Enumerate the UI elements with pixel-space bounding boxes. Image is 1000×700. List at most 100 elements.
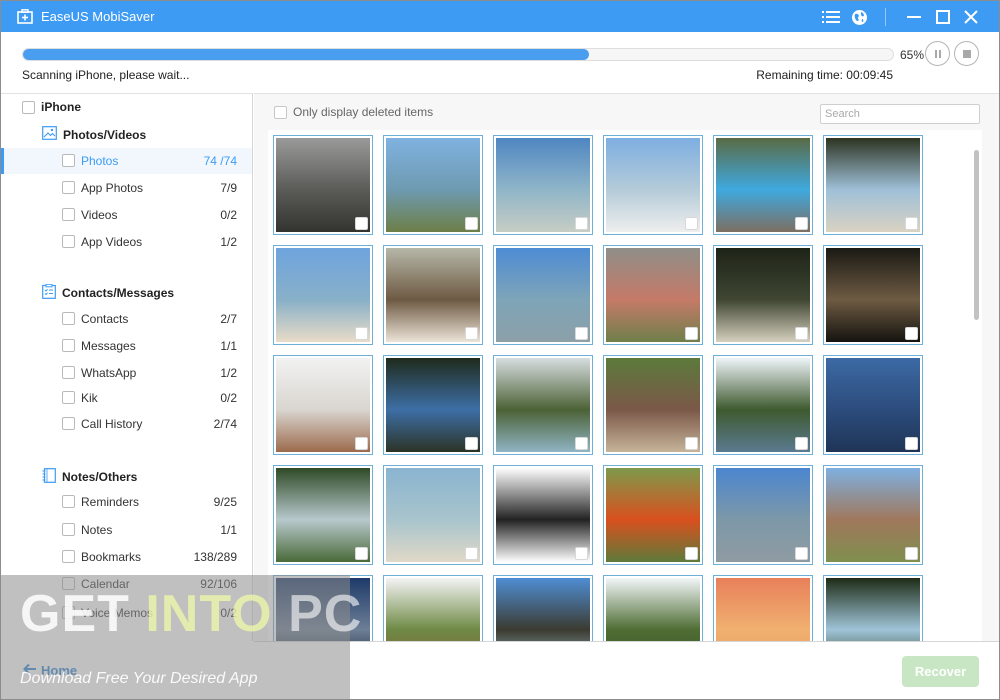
photo-checkbox[interactable] <box>355 437 368 450</box>
photo-thumbnail[interactable] <box>713 465 813 565</box>
globe-icon[interactable] <box>849 7 869 27</box>
item-checkbox[interactable] <box>62 577 75 590</box>
pause-button[interactable] <box>925 41 950 66</box>
photo-thumbnail[interactable] <box>603 465 703 565</box>
item-checkbox[interactable] <box>62 235 75 248</box>
photo-checkbox[interactable] <box>575 437 588 450</box>
photo-checkbox[interactable] <box>355 327 368 340</box>
footer-bar: Recover <box>254 641 999 699</box>
photo-thumbnail[interactable] <box>493 355 593 455</box>
photo-thumbnail[interactable] <box>603 135 703 235</box>
photo-checkbox[interactable] <box>355 547 368 560</box>
photo-checkbox[interactable] <box>795 547 808 560</box>
photo-thumbnail[interactable] <box>383 135 483 235</box>
photo-checkbox[interactable] <box>575 547 588 560</box>
photo-thumbnail[interactable] <box>273 355 373 455</box>
photo-checkbox[interactable] <box>465 547 478 560</box>
photo-thumbnail[interactable] <box>713 355 813 455</box>
item-checkbox[interactable] <box>62 550 75 563</box>
close-icon[interactable] <box>961 7 981 27</box>
photo-thumbnail[interactable] <box>713 135 813 235</box>
sidebar-item-kik[interactable]: Kik 0/2 <box>1 385 252 411</box>
photo-checkbox[interactable] <box>465 327 478 340</box>
photo-checkbox[interactable] <box>795 437 808 450</box>
search-input[interactable] <box>820 104 980 124</box>
photo-thumbnail[interactable] <box>713 245 813 345</box>
item-checkbox[interactable] <box>62 495 75 508</box>
photo-checkbox[interactable] <box>575 327 588 340</box>
photo-thumbnail[interactable] <box>383 355 483 455</box>
photo-thumbnail[interactable] <box>823 465 923 565</box>
item-checkbox[interactable] <box>62 208 75 221</box>
photo-thumbnail[interactable] <box>823 245 923 345</box>
photo-checkbox[interactable] <box>465 437 478 450</box>
photo-thumbnail[interactable] <box>273 135 373 235</box>
sidebar-item-contacts[interactable]: Contacts 2/7 <box>1 306 252 332</box>
photo-checkbox[interactable] <box>685 217 698 230</box>
photo-thumbnail[interactable] <box>823 135 923 235</box>
item-checkbox[interactable] <box>62 417 75 430</box>
sidebar-item-whatsapp[interactable]: WhatsApp 1/2 <box>1 360 252 386</box>
photo-checkbox[interactable] <box>795 327 808 340</box>
item-checkbox[interactable] <box>62 523 75 536</box>
photo-checkbox[interactable] <box>465 217 478 230</box>
scrollbar-thumb[interactable] <box>974 150 979 320</box>
item-checkbox[interactable] <box>62 391 75 404</box>
sidebar-item-videos[interactable]: Videos 0/2 <box>1 202 252 228</box>
home-link[interactable]: Home <box>23 663 77 678</box>
photo-thumbnail[interactable] <box>603 245 703 345</box>
photo-thumbnail[interactable] <box>273 245 373 345</box>
grid-scrollbar[interactable] <box>970 130 982 642</box>
device-checkbox[interactable] <box>22 100 35 114</box>
photo-thumbnail[interactable] <box>713 575 813 642</box>
photo-checkbox[interactable] <box>575 217 588 230</box>
photo-thumbnail[interactable] <box>273 575 373 642</box>
item-checkbox[interactable] <box>62 312 75 325</box>
sidebar-item-notes[interactable]: Notes 1/1 <box>1 517 252 543</box>
photo-checkbox[interactable] <box>795 217 808 230</box>
photo-thumbnail[interactable] <box>493 135 593 235</box>
recover-button[interactable]: Recover <box>902 656 979 687</box>
photo-checkbox[interactable] <box>685 327 698 340</box>
photo-thumbnail[interactable] <box>493 575 593 642</box>
maximize-icon[interactable] <box>933 7 953 27</box>
photo-thumbnail[interactable] <box>273 465 373 565</box>
sidebar-item-bookmarks[interactable]: Bookmarks 138/289 <box>1 544 252 570</box>
sidebar-item-app-videos[interactable]: App Videos 1/2 <box>1 229 252 255</box>
item-checkbox[interactable] <box>62 366 75 379</box>
list-icon[interactable] <box>821 7 841 27</box>
photo-thumbnail[interactable] <box>603 575 703 642</box>
device-root[interactable]: iPhone <box>22 100 81 114</box>
item-checkbox[interactable] <box>62 154 75 167</box>
photo-checkbox[interactable] <box>905 437 918 450</box>
deleted-only-filter[interactable]: Only display deleted items <box>274 105 433 119</box>
item-checkbox[interactable] <box>62 606 75 619</box>
sidebar-item-messages[interactable]: Messages 1/1 <box>1 333 252 359</box>
photo-thumbnail[interactable] <box>383 575 483 642</box>
item-checkbox[interactable] <box>62 181 75 194</box>
photo-thumbnail[interactable] <box>383 245 483 345</box>
photo-checkbox[interactable] <box>685 437 698 450</box>
sidebar-item-call-history[interactable]: Call History 2/74 <box>1 411 252 437</box>
sidebar-item-photos[interactable]: Photos 74 /74 <box>1 148 252 174</box>
photo-thumbnail[interactable] <box>493 465 593 565</box>
minimize-icon[interactable] <box>904 7 924 27</box>
item-checkbox[interactable] <box>62 339 75 352</box>
sidebar-item-reminders[interactable]: Reminders 9/25 <box>1 489 252 515</box>
photo-thumbnail[interactable] <box>823 575 923 642</box>
stop-button[interactable] <box>954 41 979 66</box>
photo-thumbnail[interactable] <box>493 245 593 345</box>
deleted-only-checkbox[interactable] <box>274 105 287 119</box>
photo-thumbnail[interactable] <box>603 355 703 455</box>
photo-checkbox[interactable] <box>905 327 918 340</box>
photo-checkbox[interactable] <box>905 217 918 230</box>
sidebar-item-voice-memos[interactable]: Voice Memos 0/2 <box>1 600 252 626</box>
photo-checkbox[interactable] <box>685 547 698 560</box>
photo-image <box>826 578 920 642</box>
sidebar-item-app-photos[interactable]: App Photos 7/9 <box>1 175 252 201</box>
photo-thumbnail[interactable] <box>823 355 923 455</box>
photo-checkbox[interactable] <box>905 547 918 560</box>
photo-checkbox[interactable] <box>355 217 368 230</box>
photo-thumbnail[interactable] <box>383 465 483 565</box>
sidebar-item-calendar[interactable]: Calendar 92/106 <box>1 571 252 597</box>
